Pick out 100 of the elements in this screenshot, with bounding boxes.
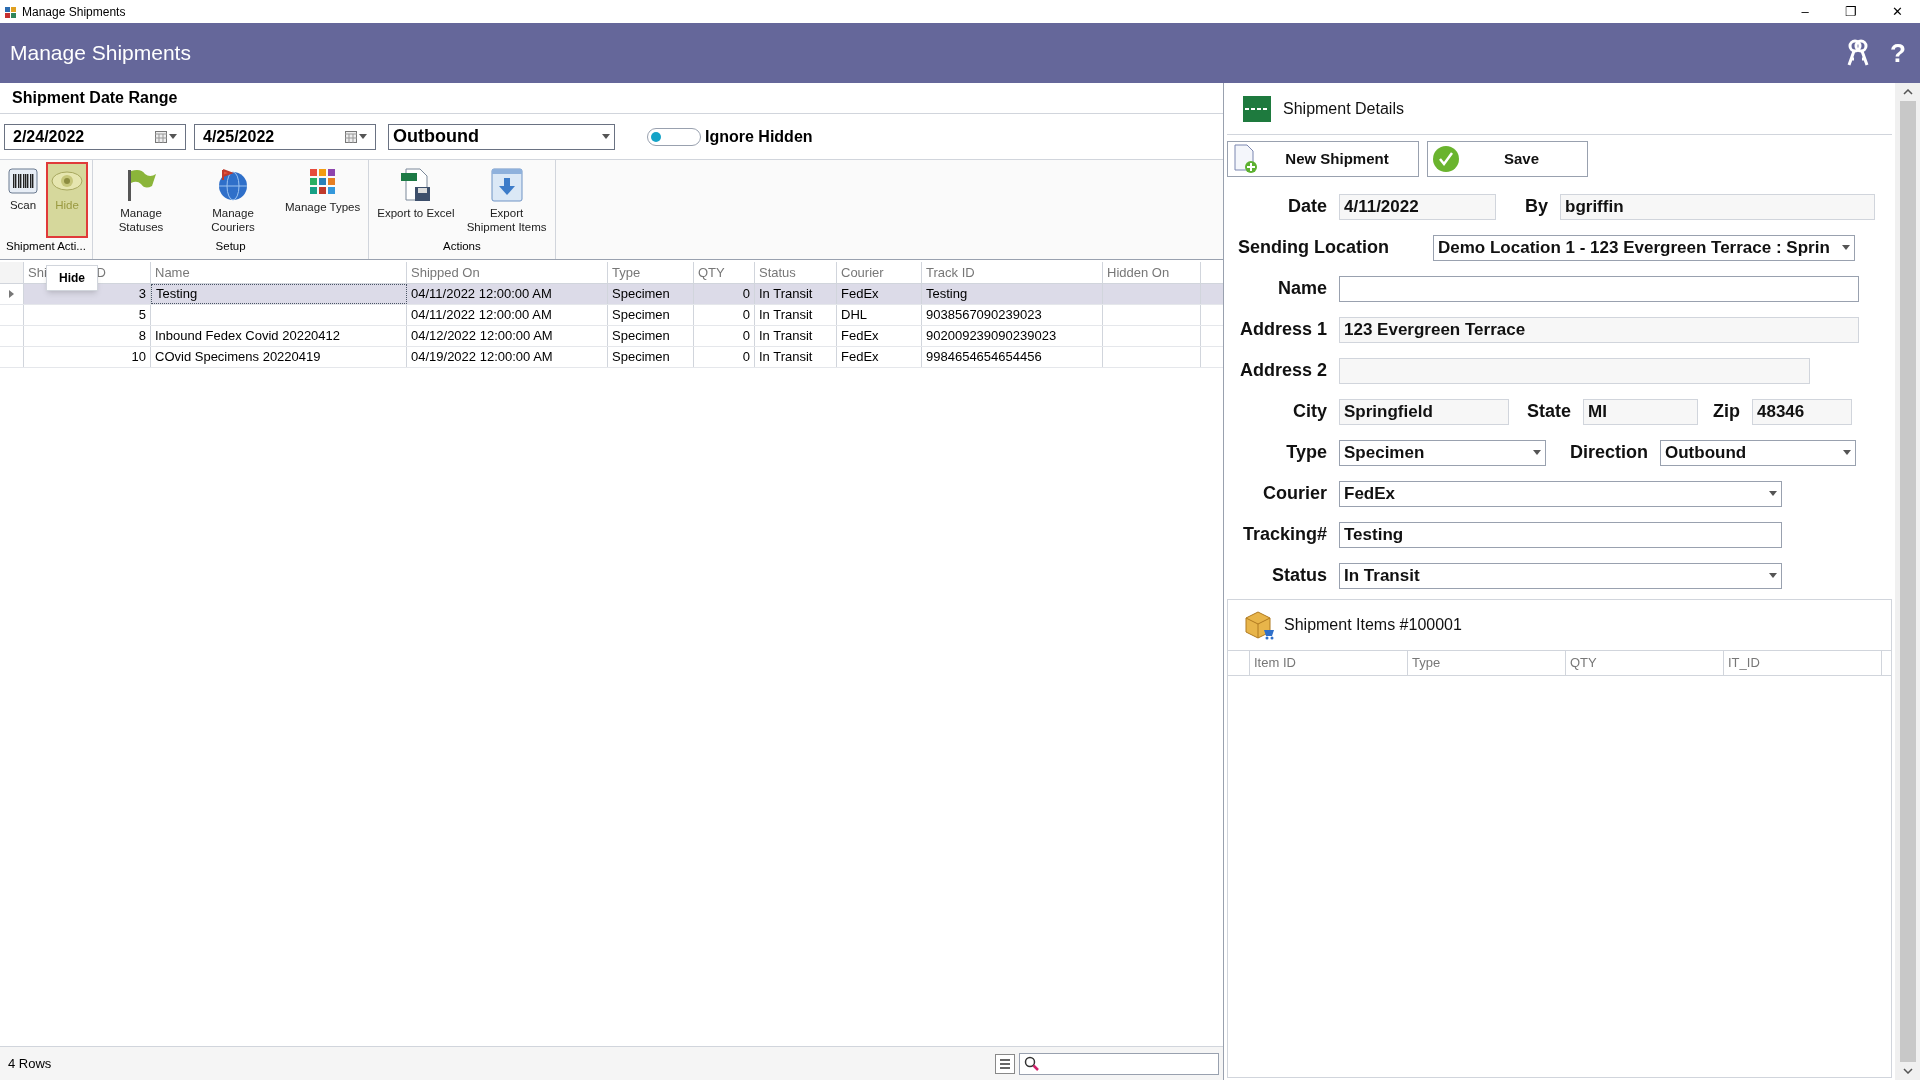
new-document-icon (1232, 144, 1260, 174)
text-field[interactable]: Springfield (1339, 398, 1509, 425)
caret-icon (1769, 573, 1777, 578)
ribbon-group-label: Setup (214, 238, 247, 254)
status-dropdown[interactable]: In Transit (1339, 562, 1782, 589)
window-title: Manage Shipments (22, 3, 126, 21)
color-grid-icon (308, 168, 337, 196)
download-icon (490, 168, 523, 202)
table-cell-text: Testing (926, 285, 968, 304)
direction-dropdown[interactable]: Outbound (388, 123, 615, 150)
table-cell-text: In Transit (759, 306, 813, 325)
date-picker[interactable]: 4/25/2022 (194, 123, 376, 150)
panel-title: Shipment Items #100001 (1284, 615, 1462, 635)
courier-dropdown[interactable]: FedEx (1339, 480, 1782, 507)
ignore-hidden-toggle[interactable] (647, 127, 701, 146)
search-field[interactable] (1019, 1052, 1219, 1075)
table-cell-text: 902009239090239023 (926, 327, 1057, 346)
page-title: Manage Shipments (10, 40, 191, 67)
column-header[interactable]: Hidden On (1103, 262, 1201, 283)
table-cell-text: 04/12/2022 12:00:00 AM (411, 327, 553, 346)
shipment-details-icon (1243, 95, 1271, 122)
header-text: Shi (28, 263, 47, 282)
table-cell-text: 10 (131, 348, 146, 367)
menu-icon[interactable] (995, 1053, 1015, 1074)
column-header[interactable]: QTY (694, 262, 755, 283)
ribbon-button[interactable]: Export to Excel (373, 162, 459, 238)
text-field[interactable]: bgriffin (1560, 193, 1875, 220)
field-label: Status (1271, 564, 1327, 587)
scroll-down-icon[interactable] (1902, 1068, 1913, 1074)
field-label: Courier (1262, 482, 1327, 505)
scroll-up-icon[interactable] (1902, 89, 1913, 95)
text-field[interactable]: 48346 (1752, 398, 1852, 425)
text-field[interactable]: 123 Evergreen Terrace (1339, 316, 1859, 343)
column-header[interactable]: Name (151, 262, 407, 283)
caret-icon (1533, 450, 1541, 455)
table-row[interactable]: 8 Inbound Fedex Covid 20220412 04/12/2022 12:00:00 AM Specimen 0 In Transit FedEx 902009239090239023 (0, 326, 1223, 347)
new-shipment-button[interactable]: New Shipment (1227, 141, 1419, 177)
table-row[interactable]: 5 04/11/2022 12:00:00 AM Specimen 0 In Transit DHL 9038567090239023 (0, 305, 1223, 326)
table-cell-text: 0 (742, 327, 750, 346)
checkmark-icon (1432, 145, 1460, 173)
caret-icon (1769, 491, 1777, 496)
ribbon-button[interactable]: Export Shipment Items (462, 162, 551, 238)
text-field[interactable]: 4/11/2022 (1339, 193, 1496, 220)
column-header[interactable]: Item ID (1250, 651, 1408, 675)
type-dropdown[interactable]: Specimen (1339, 439, 1546, 466)
table-cell-text: 9984654654654456 (926, 348, 1042, 367)
table-cell-text: 0 (742, 306, 750, 325)
location-dropdown[interactable]: Demo Location 1 - 123 Evergreen Terrace : Sprin (1433, 234, 1855, 261)
column-header[interactable]: Type (1408, 651, 1566, 675)
table-cell-text: DHL (841, 306, 867, 325)
ribbon-button[interactable]: Manage Statuses (97, 162, 185, 238)
field-label: City (1292, 400, 1327, 423)
row-count: 4 Rows (8, 1054, 52, 1073)
table-cell-text: 0 (742, 285, 750, 304)
window-control-button[interactable]: – (1782, 0, 1828, 23)
row-indicator-icon (9, 290, 14, 298)
globe-icon (216, 168, 250, 202)
window-control-button[interactable]: ✕ (1874, 0, 1920, 23)
field-label: Sending Location (1237, 236, 1390, 259)
calendar-icon (155, 130, 167, 143)
text-field[interactable]: Testing (1339, 521, 1782, 548)
help-button[interactable]: ? (1890, 33, 1906, 73)
field-label: Direction (1569, 441, 1648, 464)
tooltip: Hide (46, 265, 98, 291)
column-header[interactable]: QTY (1566, 651, 1724, 675)
table-cell-text: Specimen (612, 306, 670, 325)
column-header[interactable]: Track ID (922, 262, 1103, 283)
spreadsheet-save-icon (399, 168, 432, 202)
table-cell-text: In Transit (759, 327, 813, 346)
text-field[interactable]: MI (1583, 398, 1698, 425)
caret-icon (1843, 450, 1851, 455)
field-label: Zip (1712, 400, 1740, 423)
ribbon-button[interactable]: Manage Types (281, 162, 365, 238)
table-row[interactable]: 10 COvid Specimens 20220419 04/19/2022 12:00:00 AM Specimen 0 In Transit FedEx 9984654654654456 (0, 347, 1223, 368)
ribbon-button[interactable]: Scan (4, 162, 42, 238)
table-cell-text: 04/19/2022 12:00:00 AM (411, 348, 553, 367)
caret-icon (1842, 245, 1850, 250)
table-row[interactable]: 3 Testing 04/11/2022 12:00:00 AM Specimen 0 In Transit FedEx Testing (0, 284, 1223, 305)
date-picker[interactable]: 2/24/2022 (4, 123, 186, 150)
table-cell-text: In Transit (759, 285, 813, 304)
app-icon (4, 4, 18, 19)
direction-dropdown[interactable]: Outbound (1660, 439, 1856, 466)
column-header[interactable]: Courier (837, 262, 922, 283)
table-cell-text: Specimen (612, 348, 670, 367)
flag-icon (125, 168, 157, 202)
calendar-icon (345, 130, 357, 143)
table-cell-text: Specimen (612, 285, 670, 304)
column-header[interactable]: Status (755, 262, 837, 283)
section-title: Shipment Date Range (12, 88, 178, 108)
field-label: Tracking# (1241, 523, 1327, 546)
ribbon-button[interactable]: Manage Couriers (189, 162, 277, 238)
save-button[interactable]: Save (1427, 141, 1588, 177)
column-header[interactable]: Shipped On (407, 262, 608, 283)
column-header[interactable]: Type (608, 262, 694, 283)
window-control-button[interactable]: ❐ (1828, 0, 1874, 23)
panel-title: Shipment Details (1283, 98, 1404, 119)
search-icon (1024, 1055, 1040, 1072)
table-cell-text: 3 (138, 285, 146, 304)
keys-icon[interactable] (1846, 39, 1871, 67)
column-header[interactable]: IT_ID (1724, 651, 1882, 675)
